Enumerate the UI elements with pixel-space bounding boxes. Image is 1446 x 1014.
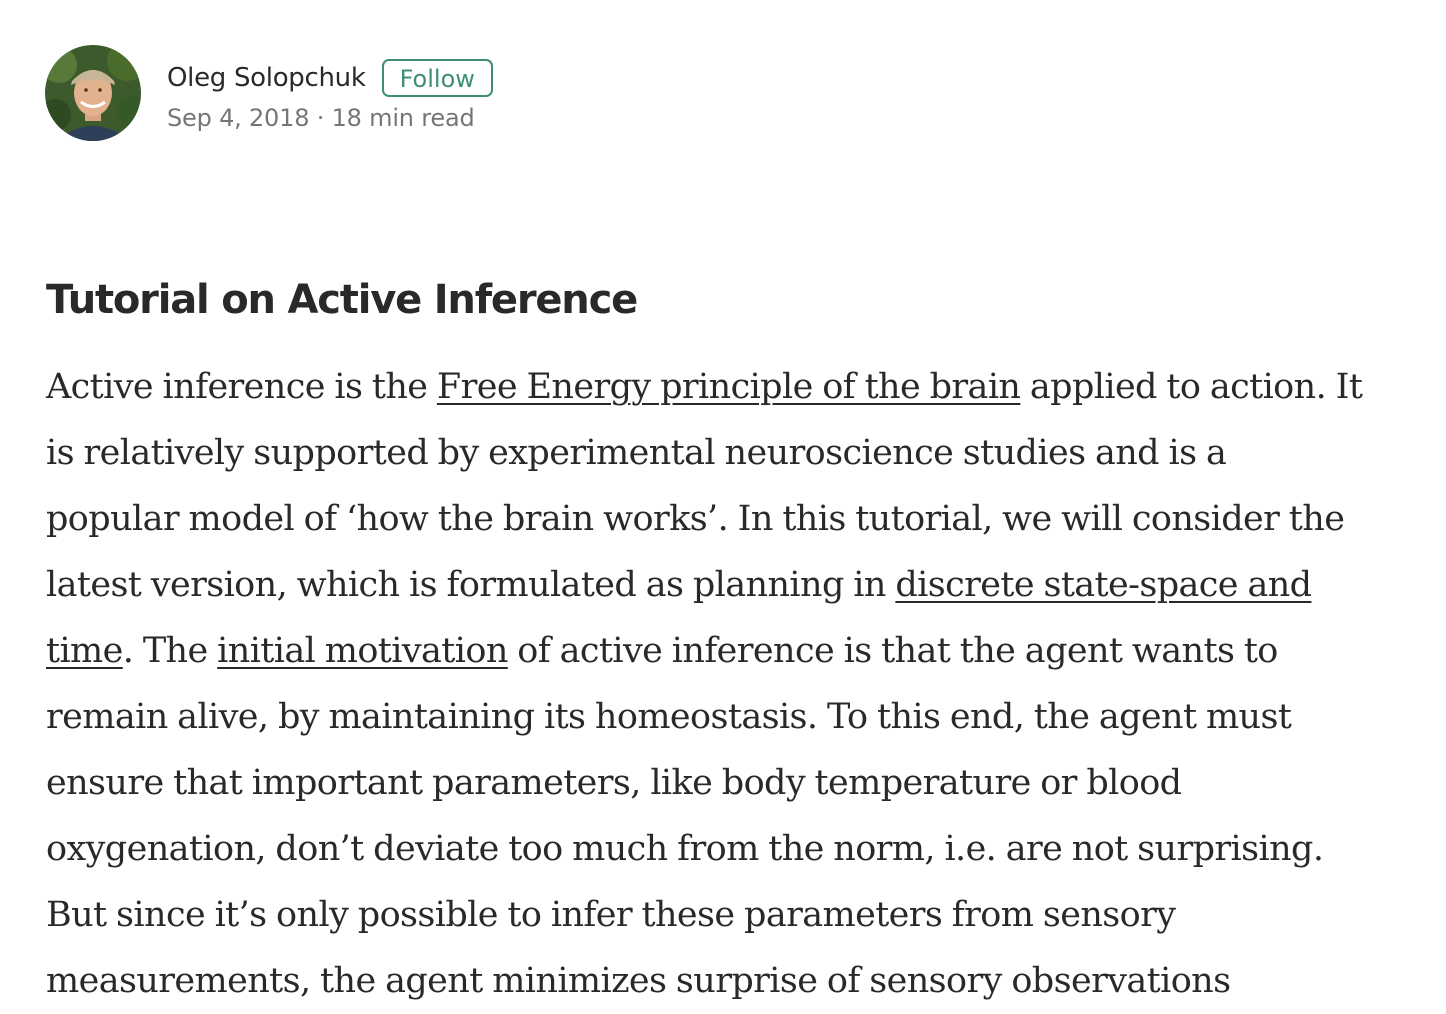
paragraph-line: latest version, which is formulated as p… <box>46 552 1426 618</box>
paragraph-text: applied to action. It <box>1020 367 1363 407</box>
inline-link[interactable]: initial motivation <box>217 631 508 671</box>
read-time: 18 min read <box>331 104 475 132</box>
paragraph-line: remain alive, by maintaining its homeost… <box>46 684 1426 750</box>
paragraph-text: ensure that important parameters, like b… <box>46 763 1182 803</box>
paragraph-text: measurements, the agent minimizes surpri… <box>46 961 1231 1001</box>
paragraph-text: . The <box>122 631 218 671</box>
paragraph-line: But since it’s only possible to infer th… <box>46 882 1426 948</box>
paragraph-line: ensure that important parameters, like b… <box>46 750 1426 816</box>
inline-link[interactable]: time <box>46 631 123 671</box>
meta-separator: · <box>309 104 332 132</box>
paragraph-line: Active inference is the Free Energy prin… <box>46 354 1426 420</box>
article-title: Tutorial on Active Inference <box>46 277 638 323</box>
paragraph-line: measurements, the agent minimizes surpri… <box>46 948 1426 1014</box>
author-name-link[interactable]: Oleg Solopchuk <box>167 63 366 93</box>
author-name-line: Oleg Solopchuk Follow <box>167 54 493 102</box>
paragraph-text: is relatively supported by experimental … <box>46 433 1227 473</box>
paragraph-text: of active inference is that the agent wa… <box>507 631 1278 671</box>
author-meta: Oleg Solopchuk Follow Sep 4, 2018 · 18 m… <box>167 54 493 132</box>
follow-button[interactable]: Follow <box>381 59 493 97</box>
paragraph-text: Active inference is the <box>46 367 437 407</box>
inline-link[interactable]: discrete state-space and <box>895 565 1312 605</box>
post-meta: Sep 4, 2018 · 18 min read <box>167 104 493 132</box>
paragraph-text: But since it’s only possible to infer th… <box>46 895 1176 935</box>
paragraph-line: oxygenation, don’t deviate too much from… <box>46 816 1426 882</box>
article-body: Active inference is the Free Energy prin… <box>46 354 1426 1014</box>
paragraph-text: remain alive, by maintaining its homeost… <box>46 697 1292 737</box>
author-header: Oleg Solopchuk Follow Sep 4, 2018 · 18 m… <box>45 45 493 141</box>
paragraph-line: popular model of ‘how the brain works’. … <box>46 486 1426 552</box>
paragraph-line: is relatively supported by experimental … <box>46 420 1426 486</box>
paragraph-text: popular model of ‘how the brain works’. … <box>46 499 1345 539</box>
publish-date[interactable]: Sep 4, 2018 <box>167 104 309 132</box>
inline-link[interactable]: Free Energy principle of the brain <box>437 367 1021 407</box>
paragraph-text: latest version, which is formulated as p… <box>46 565 896 605</box>
paragraph-line: time. The initial motivation of active i… <box>46 618 1426 684</box>
author-avatar[interactable] <box>45 45 141 141</box>
paragraph-text: oxygenation, don’t deviate too much from… <box>46 829 1324 869</box>
